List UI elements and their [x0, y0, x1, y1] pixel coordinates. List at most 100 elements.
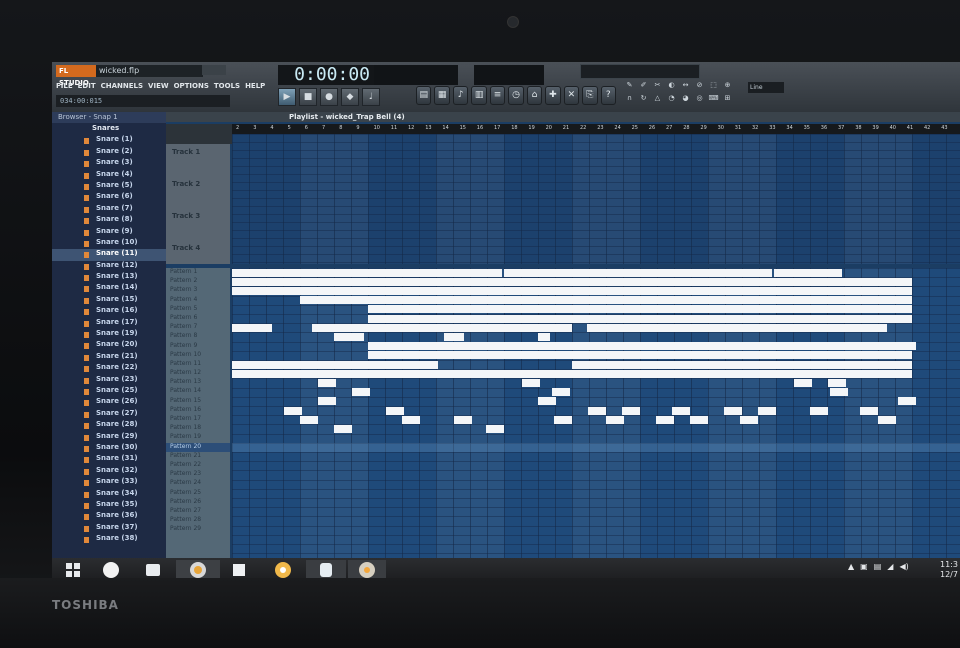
- render-icon[interactable]: ⎘: [582, 86, 598, 105]
- pattern-clip[interactable]: [284, 406, 302, 415]
- browser-shortcut-icon[interactable]: ⌂: [526, 86, 543, 105]
- pattern-clip[interactable]: [334, 333, 364, 341]
- pattern-clip[interactable]: [334, 425, 352, 433]
- pattern-clip[interactable]: [368, 305, 912, 314]
- pattern-label[interactable]: Pattern 16: [166, 406, 230, 415]
- pattern-clip[interactable]: [830, 388, 848, 397]
- pattern-label[interactable]: Pattern 25: [166, 489, 230, 498]
- browser-item[interactable]: Snare (25): [52, 386, 166, 397]
- countdown-icon[interactable]: ◕: [680, 93, 691, 103]
- track-label-1[interactable]: Track 1: [172, 148, 200, 156]
- info-icon[interactable]: ?: [600, 86, 616, 105]
- pattern-label[interactable]: Pattern 2: [166, 277, 230, 286]
- browser-item[interactable]: Snare (13): [52, 272, 166, 283]
- pattern-label[interactable]: Pattern 7: [166, 323, 230, 332]
- pattern-clip[interactable]: [724, 406, 742, 415]
- pattern-clip[interactable]: [538, 333, 550, 341]
- pattern-clip[interactable]: [622, 406, 640, 415]
- media-icon[interactable]: [266, 560, 300, 580]
- pattern-clip[interactable]: [318, 397, 336, 406]
- menu-channels[interactable]: CHANNELS: [101, 80, 143, 92]
- pattern-label[interactable]: Pattern 24: [166, 479, 230, 488]
- pattern-label[interactable]: Pattern 29: [166, 525, 230, 534]
- pattern-clip[interactable]: [232, 287, 912, 295]
- browser-item[interactable]: Snare (19): [52, 329, 166, 340]
- pattern-clip[interactable]: [572, 268, 772, 277]
- metronome-icon[interactable]: △: [652, 93, 663, 103]
- pattern-clip[interactable]: [454, 415, 472, 424]
- volume-icon[interactable]: ◀): [899, 562, 908, 571]
- pattern-label[interactable]: Pattern 9: [166, 342, 230, 351]
- browser-item[interactable]: Snare (6): [52, 192, 166, 203]
- track-label-2[interactable]: Track 2: [172, 180, 200, 188]
- pattern-song-toggle[interactable]: ◆: [341, 88, 359, 106]
- browser-item[interactable]: Snare (2): [52, 147, 166, 158]
- draw-tool-icon[interactable]: ✎: [624, 80, 635, 90]
- blend-icon[interactable]: ◎: [694, 93, 705, 103]
- browser-item[interactable]: Snare (29): [52, 432, 166, 443]
- browser-item[interactable]: Snare (33): [52, 477, 166, 488]
- record-button[interactable]: ●: [320, 88, 338, 106]
- browser-item[interactable]: Snare (8): [52, 215, 166, 226]
- track-label-3[interactable]: Track 3: [172, 212, 200, 220]
- browser-item[interactable]: Snare (11): [52, 249, 166, 261]
- menu-help[interactable]: HELP: [245, 80, 265, 92]
- menu-file[interactable]: FILE: [56, 80, 73, 92]
- pattern-label[interactable]: Pattern 12: [166, 369, 230, 378]
- magnet-icon[interactable]: ∩: [624, 93, 635, 103]
- browser-item[interactable]: Snare (26): [52, 397, 166, 408]
- pattern-label[interactable]: Pattern 27: [166, 507, 230, 516]
- clock[interactable]: 11:3 12/7: [940, 560, 958, 580]
- network-icon[interactable]: ◢: [887, 562, 893, 571]
- browser-folder[interactable]: Snares: [52, 124, 166, 135]
- pattern-clip[interactable]: [232, 323, 272, 332]
- pattern-label[interactable]: Pattern 26: [166, 498, 230, 507]
- tempo-tap-icon[interactable]: ◷: [508, 86, 524, 105]
- browser-item[interactable]: Snare (17): [52, 318, 166, 329]
- pattern-label[interactable]: Pattern 15: [166, 397, 230, 406]
- step-edit-icon[interactable]: ⊞: [722, 93, 733, 103]
- pattern-clip[interactable]: [794, 379, 812, 387]
- pattern-clip[interactable]: [352, 388, 370, 397]
- browser-item[interactable]: Snare (7): [52, 204, 166, 215]
- pattern-clip[interactable]: [774, 268, 842, 277]
- pattern-clip[interactable]: [588, 406, 606, 415]
- time-ruler[interactable]: 2 3 4 5 6 7 8 9 10 11 12 13 14 15 16 17 18 19 20 21 22 23 24 25…: [232, 124, 960, 134]
- snap-selector[interactable]: Line: [748, 82, 784, 93]
- wait-icon[interactable]: ◔: [666, 93, 677, 103]
- pattern-label[interactable]: Pattern 22: [166, 461, 230, 470]
- tray-app-icon[interactable]: ▣: [860, 562, 868, 571]
- pattern-label[interactable]: Pattern 4: [166, 296, 230, 305]
- pattern-clip[interactable]: [232, 369, 912, 378]
- browser-item[interactable]: Snare (1): [52, 135, 166, 146]
- pattern-label[interactable]: Pattern 5: [166, 305, 230, 314]
- pattern-grid[interactable]: [232, 268, 960, 558]
- pattern-clip[interactable]: [758, 406, 776, 415]
- files-icon[interactable]: [136, 560, 170, 580]
- pattern-label[interactable]: Pattern 28: [166, 516, 230, 525]
- loop-icon[interactable]: ↻: [638, 93, 649, 103]
- app-icon[interactable]: [306, 560, 346, 580]
- track-grid[interactable]: [232, 134, 960, 264]
- pattern-clip[interactable]: [538, 397, 556, 406]
- browser-item[interactable]: Snare (30): [52, 443, 166, 454]
- pattern-clip[interactable]: [368, 351, 572, 360]
- tempo-button[interactable]: ♩: [362, 88, 380, 106]
- menu-view[interactable]: VIEW: [148, 80, 169, 92]
- pattern-label[interactable]: Pattern 20: [166, 442, 230, 452]
- pattern-label[interactable]: Pattern 1: [166, 268, 230, 277]
- browser-item[interactable]: Snare (23): [52, 375, 166, 386]
- pattern-clip[interactable]: [572, 360, 912, 369]
- piano-roll-icon[interactable]: ♪: [452, 86, 469, 105]
- pattern-clip[interactable]: [672, 406, 690, 415]
- menu-tools[interactable]: TOOLS: [214, 80, 240, 92]
- pattern-clip[interactable]: [860, 406, 878, 415]
- pattern-clip[interactable]: [656, 415, 674, 424]
- pattern-label[interactable]: Pattern 23: [166, 470, 230, 479]
- mixer-icon[interactable]: ≡: [489, 86, 506, 105]
- pattern-clip[interactable]: [486, 425, 504, 433]
- action-center-icon[interactable]: ▤: [874, 562, 882, 571]
- pattern-label[interactable]: Pattern 19: [166, 433, 230, 442]
- pattern-clip[interactable]: [300, 296, 912, 305]
- time-display[interactable]: 0:00:00: [278, 65, 374, 85]
